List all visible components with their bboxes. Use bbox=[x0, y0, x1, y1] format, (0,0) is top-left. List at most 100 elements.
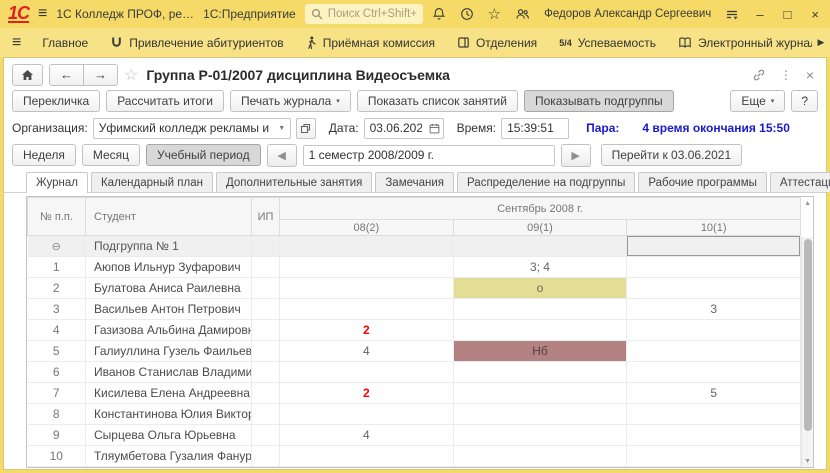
help-button[interactable]: ? bbox=[791, 90, 818, 112]
mark-cell[interactable] bbox=[453, 383, 627, 404]
next-period-button[interactable]: ▶ bbox=[561, 144, 591, 167]
menu-item-main[interactable]: Главное bbox=[31, 28, 99, 57]
menu-item-applicants[interactable]: Привлечение абитуриентов bbox=[99, 28, 294, 57]
calendar-icon[interactable] bbox=[427, 119, 443, 138]
mark-cell[interactable] bbox=[453, 446, 627, 467]
mark-cell[interactable] bbox=[627, 404, 801, 425]
mark-cell[interactable] bbox=[280, 404, 454, 425]
tab-journal[interactable]: Журнал bbox=[26, 172, 88, 193]
time-field[interactable] bbox=[501, 118, 569, 139]
scroll-up-icon[interactable]: ▲ bbox=[804, 200, 811, 207]
period-input[interactable] bbox=[304, 146, 554, 165]
study-period-button[interactable]: Учебный период bbox=[146, 144, 261, 166]
tab-attestations[interactable]: Аттестации bbox=[770, 172, 830, 192]
show-subgroups-toggle[interactable]: Показывать подгруппы bbox=[524, 90, 674, 112]
mark-cell[interactable] bbox=[627, 257, 801, 278]
collapse-icon[interactable]: ⊖ bbox=[52, 241, 61, 253]
tab-subgroup-distribution[interactable]: Распределение на подгруппы bbox=[457, 172, 635, 192]
bell-icon[interactable] bbox=[432, 7, 446, 21]
link-icon[interactable] bbox=[752, 68, 766, 82]
users-icon[interactable] bbox=[515, 7, 530, 21]
col-header-ip[interactable]: ИП bbox=[252, 198, 280, 236]
student-name-cell[interactable]: Аюпов Ильнур Зуфарович bbox=[86, 257, 252, 278]
hamburger-icon[interactable]: ≡ bbox=[38, 6, 47, 22]
mark-cell[interactable] bbox=[280, 446, 454, 467]
student-name-cell[interactable]: Газизова Альбина Дамировна bbox=[86, 320, 252, 341]
search-input[interactable] bbox=[328, 8, 417, 20]
scrollbar-thumb[interactable] bbox=[804, 239, 812, 431]
time-input[interactable] bbox=[502, 119, 568, 138]
org-input[interactable] bbox=[94, 119, 274, 138]
mark-cell[interactable] bbox=[627, 362, 801, 383]
tab-calendar-plan[interactable]: Календарный план bbox=[91, 172, 213, 192]
minimize-button[interactable]: – bbox=[753, 7, 766, 22]
tab-remarks[interactable]: Замечания bbox=[375, 172, 454, 192]
open-icon[interactable] bbox=[296, 118, 316, 139]
mark-cell[interactable] bbox=[627, 341, 801, 362]
menu-item-performance[interactable]: 5/4 Успеваемость bbox=[548, 28, 667, 57]
col-header-date-3[interactable]: 10(1) bbox=[627, 220, 801, 236]
mark-cell[interactable] bbox=[453, 236, 627, 257]
student-name-cell[interactable]: Галиуллина Гузель Фаильевна bbox=[86, 341, 252, 362]
mark-cell[interactable] bbox=[627, 425, 801, 446]
close-page-button[interactable]: × bbox=[806, 67, 814, 83]
mark-cell[interactable] bbox=[627, 446, 801, 467]
more-button[interactable]: Еще ▾ bbox=[730, 90, 785, 112]
favorites-star-icon[interactable]: ☆ bbox=[488, 7, 501, 22]
mark-cell[interactable]: 2 bbox=[280, 320, 454, 341]
mark-cell[interactable] bbox=[453, 425, 627, 446]
student-name-cell[interactable]: Иванов Станислав Владимиро… bbox=[86, 362, 252, 383]
maximize-button[interactable]: □ bbox=[781, 7, 795, 22]
forward-button[interactable]: → bbox=[84, 64, 118, 86]
more-menu-icon[interactable]: ⋮ bbox=[780, 68, 792, 82]
mark-cell[interactable] bbox=[280, 236, 454, 257]
mark-cell[interactable]: Нб bbox=[453, 341, 627, 362]
home-button[interactable] bbox=[12, 64, 43, 86]
history-icon[interactable] bbox=[460, 7, 474, 21]
mark-cell[interactable] bbox=[280, 299, 454, 320]
mark-cell[interactable]: 4 bbox=[280, 425, 454, 446]
mark-cell[interactable] bbox=[280, 278, 454, 299]
mark-cell[interactable]: 5 bbox=[627, 383, 801, 404]
selected-cell[interactable] bbox=[627, 236, 801, 257]
menu-overflow-icon[interactable]: ▶ bbox=[812, 28, 830, 57]
show-lessons-button[interactable]: Показать список занятий bbox=[357, 90, 518, 112]
mark-cell[interactable]: 3 bbox=[627, 299, 801, 320]
student-name-cell[interactable]: Константинова Юлия Викторовна bbox=[86, 404, 252, 425]
period-field[interactable] bbox=[303, 145, 555, 166]
date-input[interactable] bbox=[365, 119, 427, 138]
vertical-scrollbar[interactable] bbox=[801, 237, 813, 467]
month-button[interactable]: Месяц bbox=[82, 144, 140, 166]
student-name-cell[interactable]: Сырцева Ольга Юрьевна bbox=[86, 425, 252, 446]
mark-cell[interactable]: 4 bbox=[280, 341, 454, 362]
mark-cell[interactable]: 2 bbox=[280, 383, 454, 404]
prev-period-button[interactable]: ◀ bbox=[267, 144, 297, 167]
settings-icon[interactable] bbox=[725, 8, 739, 21]
org-combobox[interactable]: ▼ bbox=[93, 118, 291, 139]
col-header-date-1[interactable]: 08(2) bbox=[280, 220, 454, 236]
menu-item-departments[interactable]: Отделения bbox=[446, 28, 548, 57]
col-header-num[interactable]: № п.п. bbox=[28, 198, 86, 236]
mark-cell[interactable] bbox=[280, 257, 454, 278]
mark-cell[interactable] bbox=[453, 299, 627, 320]
back-button[interactable]: ← bbox=[49, 64, 84, 86]
scroll-down-icon[interactable]: ▼ bbox=[804, 458, 811, 465]
date-field[interactable] bbox=[364, 118, 444, 139]
mark-cell[interactable]: о bbox=[453, 278, 627, 299]
mark-cell[interactable]: 3; 4 bbox=[453, 257, 627, 278]
chevron-down-icon[interactable]: ▼ bbox=[274, 119, 290, 138]
tab-work-programs[interactable]: Рабочие программы bbox=[638, 172, 767, 192]
col-header-student[interactable]: Студент bbox=[86, 198, 252, 236]
col-header-month[interactable]: Сентябрь 2008 г. bbox=[280, 198, 801, 220]
week-button[interactable]: Неделя bbox=[12, 144, 76, 166]
mark-cell[interactable] bbox=[453, 320, 627, 341]
global-search[interactable] bbox=[305, 4, 423, 24]
app-tab[interactable]: 1С Колледж ПРОФ, ре… bbox=[56, 7, 194, 21]
user-name[interactable]: Федоров Александр Сергеевич bbox=[544, 8, 711, 20]
roll-call-button[interactable]: Перекличка bbox=[12, 90, 100, 112]
mark-cell[interactable] bbox=[453, 404, 627, 425]
student-name-cell[interactable]: Васильев Антон Петрович bbox=[86, 299, 252, 320]
student-name-cell[interactable]: Кисилева Елена Андреевна bbox=[86, 383, 252, 404]
goto-date-button[interactable]: Перейти к 03.06.2021 bbox=[601, 144, 743, 166]
calc-totals-button[interactable]: Рассчитать итоги bbox=[106, 90, 224, 112]
